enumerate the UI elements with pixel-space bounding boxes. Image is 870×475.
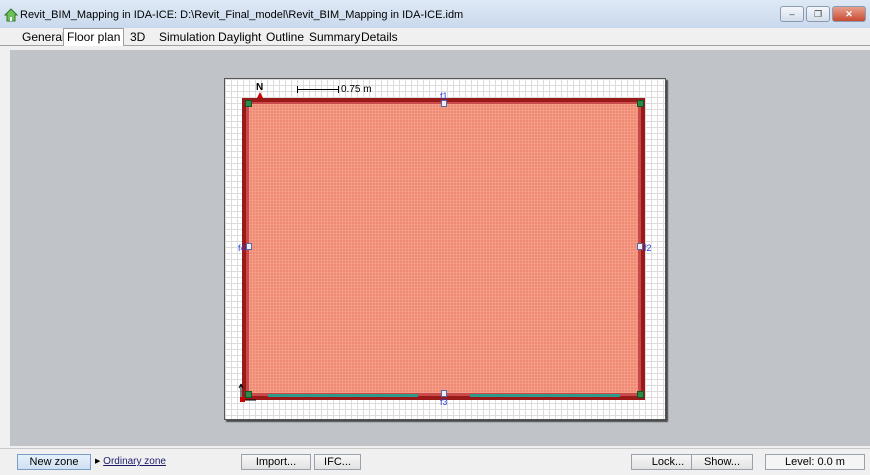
window-left[interactable] <box>268 394 418 397</box>
restore-button[interactable]: ❐ <box>806 6 830 22</box>
tab-3d[interactable]: 3D <box>127 30 148 45</box>
face-handle-f1[interactable] <box>441 100 447 107</box>
tab-simulation[interactable]: Simulation <box>156 30 218 45</box>
tab-general[interactable]: General <box>19 30 68 45</box>
tab-daylight[interactable]: Daylight <box>215 30 264 45</box>
zone-type-label: Ordinary zone <box>103 456 166 467</box>
close-button[interactable]: ✕ <box>832 6 866 22</box>
minimize-button[interactable]: – <box>780 6 804 22</box>
ifc-button[interactable]: IFC... <box>314 454 361 470</box>
face-label-f3[interactable]: f3 <box>440 397 448 407</box>
tab-summary[interactable]: Summary <box>306 30 363 45</box>
window-right[interactable] <box>470 394 620 397</box>
tab-floor-plan[interactable]: Floor plan <box>63 28 125 46</box>
triangle-right-icon: ▶ <box>95 458 101 465</box>
minimize-icon: – <box>789 9 795 19</box>
new-zone-button[interactable]: New zone <box>17 454 91 470</box>
face-label-f4[interactable]: f4 <box>238 243 246 253</box>
tab-details[interactable]: Details <box>358 30 401 45</box>
corner-handle-top-right[interactable] <box>637 100 644 107</box>
tab-bar: General Floor plan 3D Simulation Dayligh… <box>0 28 870 46</box>
home-icon <box>4 8 18 22</box>
face-label-f2[interactable]: f2 <box>644 243 652 253</box>
show-button[interactable]: Show... <box>691 454 753 470</box>
corner-handle-bottom-right[interactable] <box>637 391 644 398</box>
import-button[interactable]: Import... <box>241 454 311 470</box>
level-readout: Level: 0.0 m <box>765 454 865 470</box>
scale-bar <box>297 86 339 93</box>
title-bar: Revit_BIM_Mapping in IDA-ICE: D:\Revit_F… <box>0 0 870 29</box>
window-title: Revit_BIM_Mapping in IDA-ICE: D:\Revit_F… <box>20 9 464 21</box>
corner-handle-top-left[interactable] <box>245 100 252 107</box>
zone-type-link[interactable]: ▶ Ordinary zone <box>95 456 166 467</box>
tab-outline[interactable]: Outline <box>263 30 307 45</box>
zone-floor[interactable] <box>249 104 638 393</box>
close-icon: ✕ <box>845 8 853 19</box>
window-controls: – ❐ ✕ <box>778 6 866 22</box>
face-handle-f2[interactable] <box>637 243 643 250</box>
face-handle-f4[interactable] <box>246 243 252 250</box>
restore-icon: ❐ <box>813 8 823 19</box>
origin-marker-icon <box>238 383 256 402</box>
face-handle-f3[interactable] <box>441 390 447 397</box>
status-bar: New zone ▶ Ordinary zone Import... IFC..… <box>0 448 870 475</box>
scale-label: 0.75 m <box>341 84 372 95</box>
